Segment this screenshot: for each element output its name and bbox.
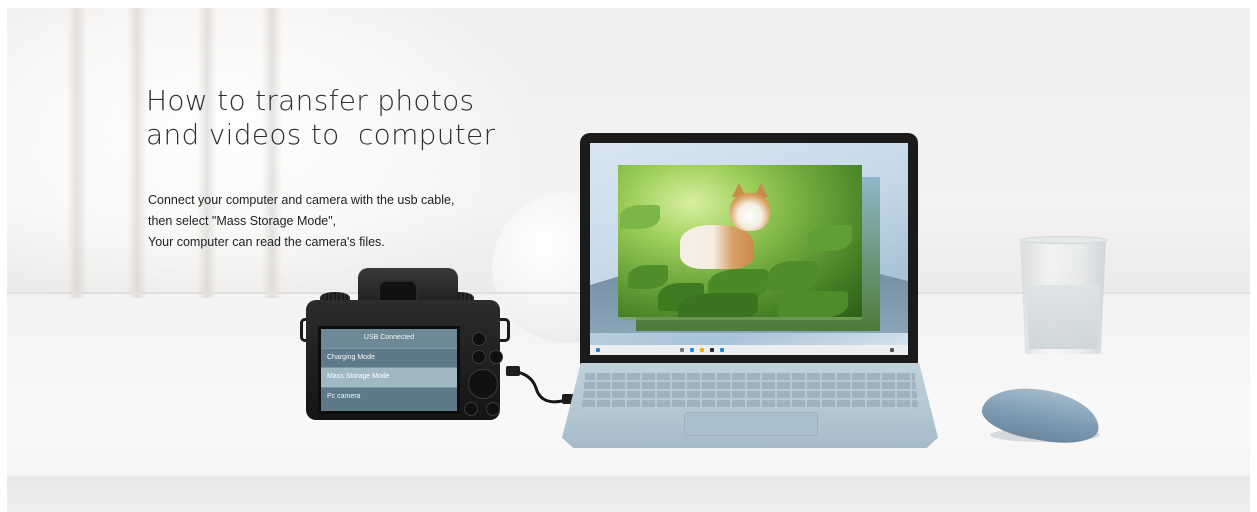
menu-option-charging[interactable]: Charging Mode [321,349,457,368]
headline-line-2: and videos to computer [146,118,496,151]
headline: How to transfer photos and videos to com… [146,84,495,152]
keyboard-rows [582,373,918,409]
camera: USB Connected Charging Mode Mass Storage… [296,262,510,422]
window-blind [127,8,147,298]
instructions: Connect your computer and camera with th… [148,190,454,253]
usb-connected-header: USB Connected [321,329,457,349]
cat [680,225,754,269]
glass-water [1026,285,1100,349]
camera-button[interactable] [489,350,503,364]
directional-pad[interactable] [468,369,498,399]
instruction-line-3: Your computer can read the camera's file… [148,235,385,249]
menu-option-mass-storage[interactable]: Mass Storage Mode [321,368,457,388]
window-blind [67,8,87,298]
menu-option-pc-camera[interactable]: Pc camera [321,388,457,407]
cat-head [730,193,770,231]
trackpad [684,412,818,436]
glass-rim [1020,236,1108,244]
window-blind [197,8,217,298]
window-blind [262,8,282,298]
camera-button[interactable] [464,402,478,416]
camera-screen: USB Connected Charging Mode Mass Storage… [318,326,460,414]
headline-line-1: How to transfer photos [146,84,475,117]
cat-photo [618,165,862,317]
camera-button[interactable] [472,350,486,364]
taskbar [590,345,908,355]
instruction-line-2: then select "Mass Storage Mode", [148,214,337,228]
bottom-strip [7,476,1250,512]
camera-button[interactable] [486,402,500,416]
instruction-line-1: Connect your computer and camera with th… [148,193,455,207]
camera-button[interactable] [472,332,486,346]
